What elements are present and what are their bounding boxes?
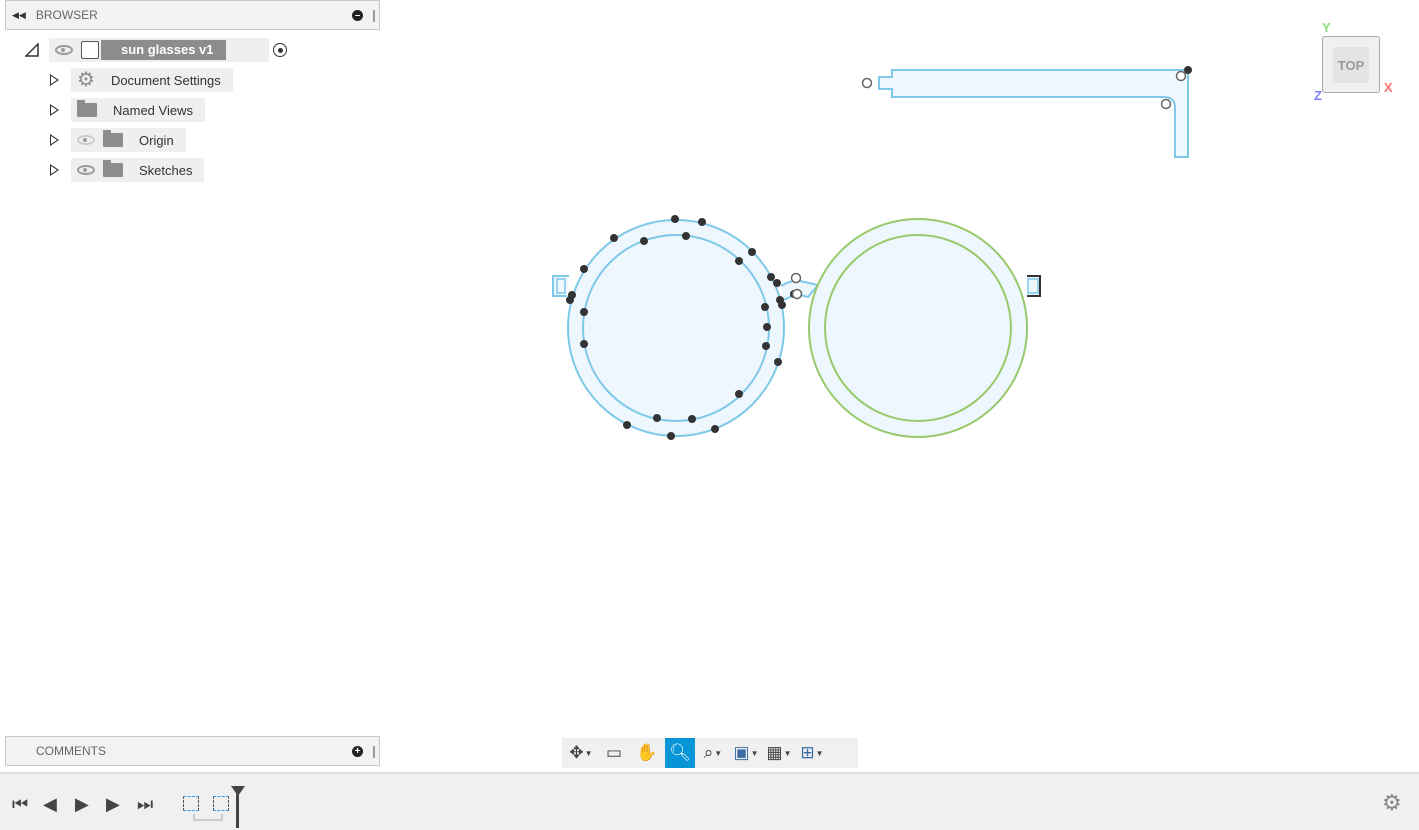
constraint-point[interactable] (767, 273, 775, 281)
open-point[interactable] (861, 77, 873, 89)
collapse-icon[interactable]: ◀◀ (12, 10, 26, 21)
look-at-icon[interactable]: ▭ (599, 738, 629, 768)
z-axis-label: Z (1314, 88, 1322, 103)
eye-icon[interactable] (55, 45, 73, 55)
item-label: Document Settings (110, 72, 221, 88)
constraint-point[interactable] (763, 323, 771, 331)
constraint-point[interactable] (667, 432, 675, 440)
display-settings-icon[interactable]: ▣ ▼ (731, 738, 761, 768)
constraint-point[interactable] (748, 248, 756, 256)
item-label: Sketches (139, 162, 193, 178)
open-point[interactable] (1160, 98, 1172, 110)
constraint-point[interactable] (762, 342, 770, 350)
grid-icon[interactable]: ▦ ▼ (764, 738, 794, 768)
last-icon[interactable]: ⏭ (137, 794, 153, 815)
pan-icon[interactable]: ✋ (632, 738, 662, 768)
folder-icon (77, 100, 97, 117)
constraint-point[interactable] (568, 291, 576, 299)
browser-panel-header[interactable]: ◀◀ BROWSER – (5, 0, 380, 30)
constraint-point[interactable] (623, 421, 631, 429)
viewports-icon[interactable]: ⊞ ▼ (797, 738, 827, 768)
constraint-point[interactable] (773, 279, 781, 287)
constraint-point[interactable] (610, 234, 618, 242)
view-cube[interactable]: TOP (1322, 36, 1380, 93)
constraint-points (566, 66, 1192, 440)
timeline-marker-head[interactable] (231, 786, 245, 796)
temple-arm-sketch[interactable] (878, 69, 1189, 158)
sketch-feature-icon[interactable] (213, 796, 229, 811)
left-lens-frame-sketch[interactable] (552, 219, 820, 437)
gear-icon: ⚙ (77, 69, 95, 91)
constraint-point[interactable] (566, 296, 574, 304)
constraint-point[interactable] (580, 265, 588, 273)
tree-item-named-views[interactable]: Named Views (50, 98, 205, 122)
orbit-icon[interactable]: ✥ ▼ (566, 738, 596, 768)
minus-icon[interactable]: – (352, 9, 363, 21)
sketch-feature-icon[interactable] (183, 796, 199, 811)
constraint-point[interactable] (671, 215, 679, 223)
tree-item-document-settings[interactable]: ⚙ Document Settings (50, 68, 233, 92)
eye-icon[interactable] (77, 165, 95, 175)
fit-icon[interactable]: ⌕ ▼ (698, 738, 728, 768)
navigation-toolbar: ✥ ▼ ▭ ✋ 🔍︎ ⌕ ▼ ▣ ▼ ▦ ▼ ⊞ ▼ (562, 738, 858, 768)
sketch-canvas[interactable] (0, 0, 1419, 830)
resize-grip[interactable] (373, 746, 375, 758)
right-lens-frame-sketch[interactable] (808, 218, 1041, 438)
next-icon[interactable]: ▶ (106, 794, 120, 815)
root-label[interactable]: sun glasses v1 (101, 40, 226, 60)
constraint-point[interactable] (580, 308, 588, 316)
component-icon (81, 41, 99, 59)
tree-item-origin[interactable]: Origin (50, 128, 186, 152)
item-label: Origin (139, 132, 174, 148)
expand-triangle-icon[interactable] (50, 104, 59, 116)
constraint-point[interactable] (580, 340, 588, 348)
constraint-point[interactable] (682, 232, 690, 240)
x-axis-label: X (1384, 80, 1393, 95)
constraint-point[interactable] (774, 358, 782, 366)
expand-triangle-icon[interactable] (50, 74, 59, 86)
open-point[interactable] (791, 288, 803, 300)
constraint-point[interactable] (698, 218, 706, 226)
play-icon[interactable]: ▶ (75, 794, 89, 815)
constraint-point[interactable] (1184, 66, 1192, 74)
expand-triangle-icon[interactable] (50, 164, 59, 176)
expand-triangle-icon[interactable] (50, 134, 59, 146)
constraint-point[interactable] (761, 303, 769, 311)
folder-icon (103, 160, 123, 177)
constraint-point[interactable] (640, 237, 648, 245)
eye-hidden-icon[interactable] (77, 135, 95, 145)
y-axis-label: Y (1322, 20, 1331, 35)
first-icon[interactable]: ⏮ (12, 794, 28, 815)
open-point[interactable] (790, 272, 802, 284)
activate-radio-icon[interactable] (273, 43, 287, 57)
constraint-point[interactable] (711, 425, 719, 433)
zoom-icon[interactable]: 🔍︎ (665, 738, 695, 768)
item-label: Named Views (113, 102, 193, 118)
comments-panel-header[interactable]: COMMENTS + (5, 736, 380, 766)
browser-title: BROWSER (35, 8, 98, 22)
add-comment-icon[interactable]: + (352, 745, 363, 757)
constraint-point[interactable] (778, 301, 786, 309)
gear-icon[interactable]: ⚙ (1382, 790, 1402, 816)
constraint-point[interactable] (688, 415, 696, 423)
constraint-point[interactable] (735, 257, 743, 265)
constraint-point[interactable] (776, 296, 784, 304)
constraint-point[interactable] (735, 390, 743, 398)
constraint-point[interactable] (653, 414, 661, 422)
folder-icon (103, 130, 123, 147)
timeline: ⏮ ◀ ▶ ▶ ⏭ ⚙ (0, 772, 1419, 830)
expanded-triangle-icon[interactable] (25, 43, 39, 57)
previous-icon[interactable]: ◀ (43, 794, 57, 815)
tree-item-sketches[interactable]: Sketches (50, 158, 205, 182)
open-point[interactable] (1175, 70, 1187, 82)
comments-title: COMMENTS (36, 744, 106, 758)
tree-root[interactable]: sun glasses v1 (25, 38, 287, 62)
feature-group-bracket (193, 814, 223, 821)
resize-grip[interactable] (373, 10, 375, 22)
constraint-point[interactable] (790, 290, 798, 298)
view-cube-top-face[interactable]: TOP (1333, 47, 1369, 83)
